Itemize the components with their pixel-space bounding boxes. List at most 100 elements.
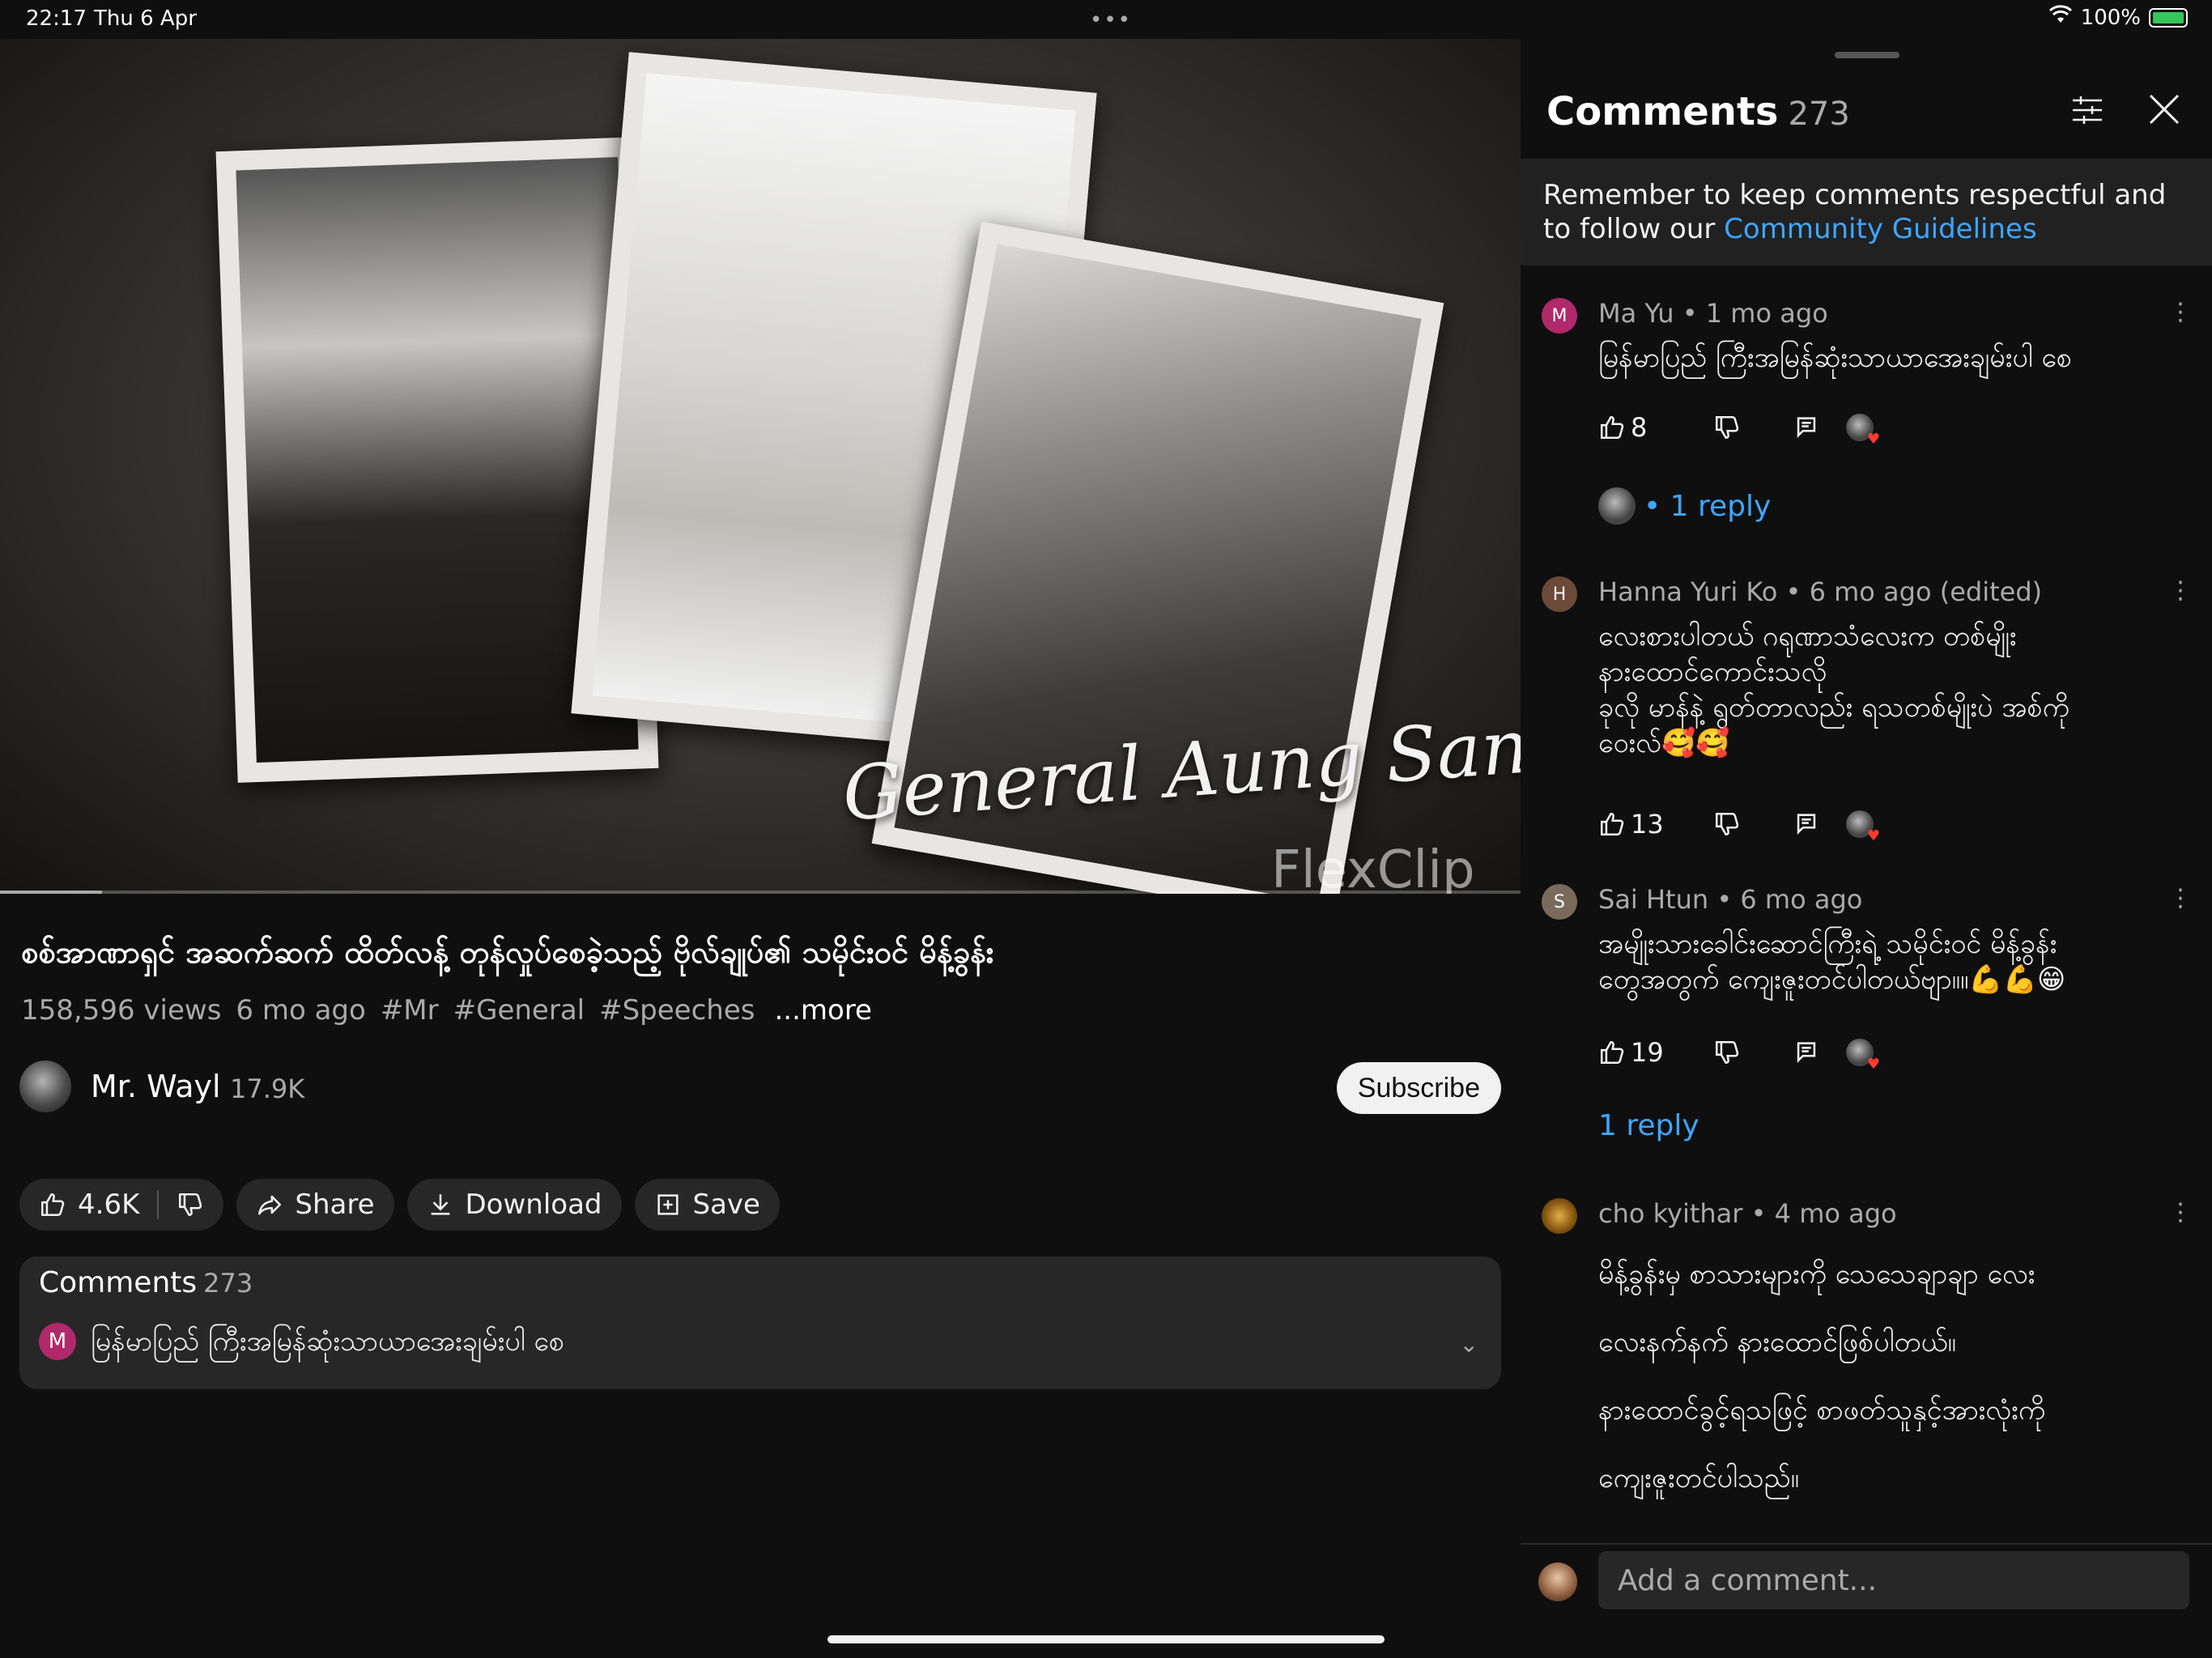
community-guidelines-link[interactable]: Community Guidelines <box>1724 213 2037 245</box>
reply-icon[interactable] <box>1767 1039 1846 1066</box>
progress-fill <box>0 891 102 894</box>
view-replies-link[interactable]: 1 reply <box>1598 1109 1699 1142</box>
video-column: General Aung San FlexClip စစ်အာဏာရှင် အဆ… <box>0 39 1521 1389</box>
download-icon <box>427 1191 454 1218</box>
battery-percent: 100% <box>2080 5 2141 30</box>
comment-author: Ma Yu <box>1598 298 1674 329</box>
comment-actions: 19 <box>1598 1035 1880 1073</box>
comment-text: မိန့်ခွန်းမှ စာသားများကို သေသေချာချာ လေး… <box>1598 1240 2189 1512</box>
thumbs-up-icon <box>1598 1039 1626 1066</box>
more-vert-icon[interactable]: ⋮ <box>2168 576 2193 605</box>
save-button[interactable]: Save <box>634 1179 780 1231</box>
share-button[interactable]: Share <box>236 1179 394 1231</box>
comment-author-line[interactable]: Sai Htun • 6 mo ago <box>1598 884 1862 915</box>
avatar: M <box>39 1323 76 1360</box>
download-label: Download <box>465 1188 602 1221</box>
comment-like-button[interactable]: 8 <box>1598 412 1687 443</box>
thumbs-up-icon <box>1598 810 1626 838</box>
close-icon[interactable] <box>2146 91 2183 128</box>
comment-author-line[interactable]: Ma Yu • 1 mo ago <box>1598 298 1828 329</box>
creator-heart-icon <box>1846 414 1880 448</box>
comment-age: 4 mo ago <box>1774 1198 1897 1229</box>
comment-line: ကျေးဇူးတင်ပါသည်။ <box>1598 1462 1799 1494</box>
comment-like-button[interactable]: 13 <box>1598 809 1687 840</box>
comment-line: နားထောင်ခွင့်ရသဖြင့် စာဖတ်သူနှင့်အားလုံး… <box>1598 1394 2046 1426</box>
thumbs-up-icon[interactable] <box>39 1191 66 1218</box>
action-bar: 4.6K Share Download Save <box>19 1179 780 1231</box>
more-link[interactable]: ...more <box>774 994 872 1027</box>
avatar[interactable]: M <box>1542 298 1577 334</box>
add-comment-bar <box>1521 1543 2212 1658</box>
comment-author: cho kyithar <box>1598 1198 1743 1229</box>
hashtag-link[interactable]: #General <box>453 994 585 1027</box>
divider <box>157 1190 160 1219</box>
comment-like-button[interactable]: 19 <box>1598 1037 1687 1068</box>
video-meta[interactable]: 158,596 views 6 mo ago #Mr #General #Spe… <box>21 994 872 1027</box>
like-count[interactable]: 4.6K <box>78 1188 139 1221</box>
chevron-down-icon[interactable]: ⌄ <box>1460 1331 1478 1358</box>
avatar[interactable] <box>1542 1198 1577 1234</box>
home-indicator[interactable] <box>827 1635 1385 1643</box>
comment-line: မိန့်ခွန်းမှ စာသားများကို သေသေချာချာ လေး <box>1598 1258 2035 1290</box>
view-count: 158,596 views <box>21 994 222 1027</box>
comment-line: ဝေးလ်🥰🥰 <box>1598 727 1730 759</box>
save-label: Save <box>692 1188 760 1221</box>
comments-teaser-count: 273 <box>203 1268 253 1299</box>
comment-line: တွေအတွက် ကျေးဇူးတင်ပါတယ်ဗျာ။။💪💪😁 <box>1598 963 2066 996</box>
comment-like-count: 13 <box>1631 809 1664 840</box>
reply-icon[interactable] <box>1767 810 1846 838</box>
filter-icon[interactable] <box>2069 92 2105 128</box>
comment-line: လေးနက်နက် နားထောင်ဖြစ်ပါတယ်။ <box>1598 1326 1956 1358</box>
thumbs-down-icon[interactable] <box>1687 1039 1767 1066</box>
comment-line: ခုလို မာန်နဲ့ ရွတ်တာလည်း ရသတစ်မျိုးပဲ အစ… <box>1598 691 2069 724</box>
more-vert-icon[interactable]: ⋮ <box>2168 1198 2193 1226</box>
channel-avatar[interactable] <box>19 1061 71 1112</box>
comment-line: လေးစားပါတယ် ဂရုဏာသံလေးက တစ်မျိုး <box>1598 620 2017 653</box>
thumbs-up-icon <box>1598 414 1626 441</box>
panel-title: Comments 273 <box>1546 89 1850 134</box>
multitasking-dots-icon[interactable]: ••• <box>1090 8 1132 32</box>
wifi-icon <box>2048 5 2073 30</box>
drag-handle[interactable] <box>1835 52 1899 58</box>
creator-heart-icon <box>1846 1039 1880 1073</box>
panel-comment-count: 273 <box>1788 96 1850 133</box>
comment-like-count: 8 <box>1631 412 1648 443</box>
thumbs-down-icon[interactable] <box>177 1191 204 1218</box>
status-bar: 22:17 Thu 6 Apr ••• 100% <box>0 0 2212 39</box>
add-comment-input[interactable] <box>1598 1551 2189 1609</box>
like-dislike-pill: 4.6K <box>19 1179 224 1231</box>
comment-text: လေးစားပါတယ် ဂရုဏာသံလေးက တစ်မျိုး နားထောင… <box>1598 619 2189 761</box>
progress-bar[interactable] <box>0 891 1521 894</box>
status-right: 100% <box>2048 5 2188 30</box>
subscribe-button[interactable]: Subscribe <box>1336 1062 1501 1114</box>
more-vert-icon[interactable]: ⋮ <box>2168 884 2193 912</box>
share-icon <box>256 1191 283 1218</box>
channel-row: Mr. Wayl 17.9K Subscribe <box>19 1061 1501 1114</box>
video-title[interactable]: စစ်အာဏာရှင် အဆက်ဆက် ထိတ်လန့် တုန်လှုပ်စေ… <box>21 933 1495 978</box>
thumbs-down-icon[interactable] <box>1687 414 1767 441</box>
hashtag-link[interactable]: #Mr <box>381 994 439 1027</box>
channel-name[interactable]: Mr. Wayl <box>91 1069 221 1104</box>
share-label: Share <box>295 1188 375 1221</box>
view-replies-link[interactable]: • 1 reply <box>1598 487 1771 525</box>
comment-actions: 8 <box>1598 410 1880 448</box>
comment-age: 1 mo ago <box>1705 298 1828 329</box>
reply-icon[interactable] <box>1767 414 1846 441</box>
comments-teaser[interactable]: Comments 273 M မြန်မာပြည် ကြီးအမြန်ဆုံးသာ… <box>19 1256 1501 1389</box>
more-vert-icon[interactable]: ⋮ <box>2168 298 2193 326</box>
comments-panel: Comments 273 Remember to keep comments re… <box>1521 39 2212 1658</box>
comment-author-line[interactable]: Hanna Yuri Ko • 6 mo ago (edited) <box>1598 576 2042 607</box>
comment-author-line[interactable]: cho kyithar • 4 mo ago <box>1598 1198 1897 1229</box>
comment-preview: မြန်မာပြည် ကြီးအမြန်ဆုံးသာယာအေးချမ်းပါ စ… <box>91 1325 565 1358</box>
status-date: Thu 6 Apr <box>94 6 197 31</box>
comments-teaser-label: Comments <box>39 1266 198 1299</box>
download-button[interactable]: Download <box>406 1179 622 1231</box>
video-player[interactable]: General Aung San FlexClip <box>0 39 1521 894</box>
hashtag-link[interactable]: #Speeches <box>599 994 755 1027</box>
comment-line: အမျိုးသားခေါင်းဆောင်ကြီးရဲ့ သမိုင်းဝင် မ… <box>1598 928 2057 960</box>
battery-icon <box>2149 7 2188 28</box>
guidelines-banner: Remember to keep comments respectful and… <box>1521 159 2212 266</box>
avatar[interactable]: S <box>1542 884 1577 920</box>
thumbs-down-icon[interactable] <box>1687 810 1767 838</box>
avatar[interactable]: H <box>1542 576 1577 612</box>
